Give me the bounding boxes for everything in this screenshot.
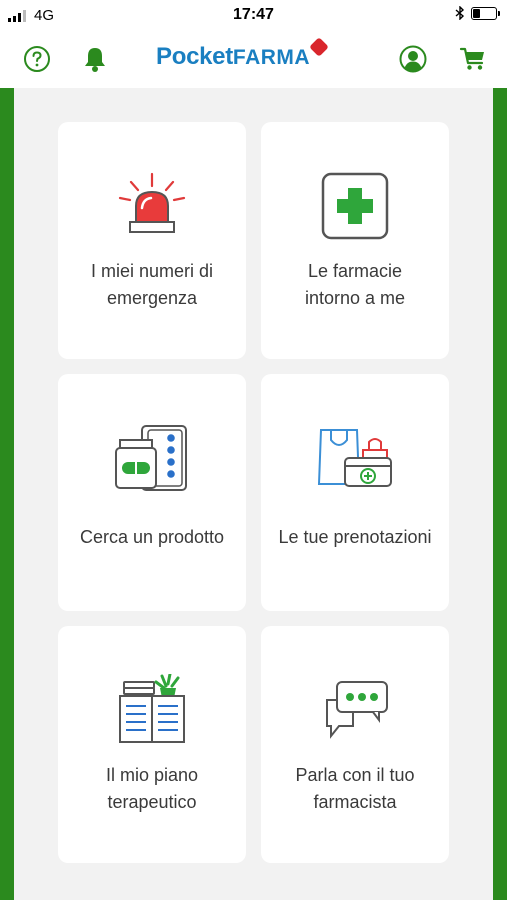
tile-talk-pharmacist[interactable]: Parla con il tuo farmacista xyxy=(261,626,449,863)
logo-text-farma: FARMA xyxy=(232,46,311,69)
therapy-book-plant-icon xyxy=(119,674,185,743)
tile-label: Parla con il tuo farmacista xyxy=(295,765,415,812)
tile-label: Cerca un prodotto xyxy=(79,527,225,547)
app-header: Pocket FARMA xyxy=(0,30,507,89)
bluetooth-icon xyxy=(455,6,465,20)
app-logo: Pocket FARMA xyxy=(156,37,329,73)
tile-label: Le farmacie intorno a me xyxy=(304,261,406,308)
tile-reservations[interactable]: Le tue prenotazioni xyxy=(261,374,449,611)
help-icon xyxy=(24,46,50,72)
pharmacy-cross-icon xyxy=(321,172,389,240)
cart-icon xyxy=(459,47,484,70)
logo-text-pocket: Pocket xyxy=(156,43,233,70)
logo-badge-icon xyxy=(309,37,329,57)
shopping-bags-icon xyxy=(317,429,392,487)
tile-label: Le tue prenotazioni xyxy=(278,527,432,547)
help-button[interactable] xyxy=(22,44,52,74)
tile-label: Il mio piano terapeutico xyxy=(105,765,199,812)
clock: 17:47 xyxy=(233,6,274,23)
bell-icon xyxy=(85,48,105,72)
tile-label: I miei numeri di emergenza xyxy=(90,261,214,308)
content-frame: I miei numeri di emergenza Le farmacie i… xyxy=(0,88,507,900)
notifications-button[interactable] xyxy=(80,44,110,74)
siren-icon xyxy=(118,172,186,233)
chat-bubbles-icon xyxy=(326,681,388,739)
profile-button[interactable] xyxy=(398,44,428,74)
tile-search-product[interactable]: Cerca un prodotto xyxy=(58,374,246,611)
content-panel: I miei numeri di emergenza Le farmacie i… xyxy=(14,88,493,900)
battery-icon xyxy=(471,6,500,20)
user-icon xyxy=(399,45,427,73)
status-right xyxy=(455,6,500,20)
tile-therapy-plan[interactable]: Il mio piano terapeutico xyxy=(58,626,246,863)
medicine-products-icon xyxy=(115,425,187,491)
tile-nearby-pharmacies[interactable]: Le farmacie intorno a me xyxy=(261,122,449,359)
cart-button[interactable] xyxy=(458,44,488,74)
status-bar: 4G 17:47 xyxy=(0,0,507,30)
tile-emergency-numbers[interactable]: I miei numeri di emergenza xyxy=(58,122,246,359)
